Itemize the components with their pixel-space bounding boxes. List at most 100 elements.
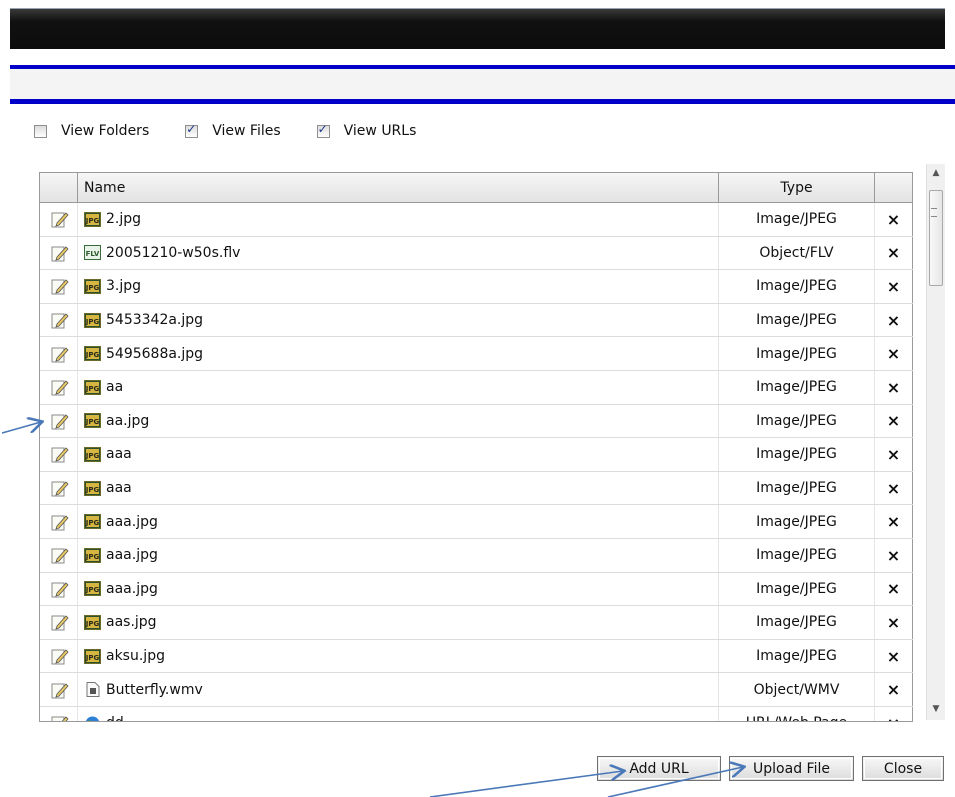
table-row[interactable]: FLV 20051210-w50s.flv Object/FLV × <box>40 236 913 271</box>
table-row[interactable]: JPG aaa Image/JPEG × <box>40 471 913 506</box>
name-cell[interactable]: JPG 5495688a.jpg <box>78 337 719 370</box>
edit-pencil-icon[interactable] <box>51 378 69 396</box>
svg-text:JPG: JPG <box>85 217 100 225</box>
view-folders-label: View Folders <box>61 123 150 139</box>
name-column-header[interactable]: Name <box>78 173 719 202</box>
edit-pencil-icon[interactable] <box>51 613 69 631</box>
delete-icon[interactable]: × <box>875 538 913 572</box>
name-cell[interactable]: dd <box>78 706 719 721</box>
name-cell[interactable]: JPG aaa.jpg <box>78 505 719 538</box>
edit-pencil-icon[interactable] <box>51 580 69 598</box>
scroll-down-arrow-icon[interactable]: ▼ <box>927 700 945 718</box>
file-grid: Name Type JPG 2.jpg Image/JPEG × FLV 20051210… <box>39 172 913 722</box>
flv-file-icon: FLV <box>84 245 101 261</box>
jpg-file-icon: JPG <box>84 614 101 630</box>
table-row[interactable]: JPG aa.jpg Image/JPEG × <box>40 404 913 439</box>
jpg-file-icon: JPG <box>84 446 101 462</box>
name-cell[interactable]: Butterfly.wmv <box>78 673 719 706</box>
edit-cell <box>40 505 78 538</box>
name-cell[interactable]: JPG aaa <box>78 438 719 471</box>
table-row[interactable]: JPG 2.jpg Image/JPEG × <box>40 203 913 237</box>
grid-scrollbar[interactable]: ▲ ▼ <box>926 164 945 720</box>
edit-pencil-icon[interactable] <box>51 345 69 363</box>
table-row[interactable]: dd URL/Web Page× <box>40 706 913 721</box>
edit-pencil-icon[interactable] <box>51 277 69 295</box>
delete-icon[interactable]: × <box>875 303 913 337</box>
delete-icon[interactable]: × <box>875 270 913 303</box>
delete-icon[interactable]: × <box>875 404 913 438</box>
name-cell[interactable]: JPG aa.jpg <box>78 404 719 438</box>
delete-icon[interactable]: × <box>875 639 913 673</box>
delete-icon[interactable]: × <box>875 471 913 505</box>
name-cell[interactable]: JPG aksu.jpg <box>78 639 719 673</box>
edit-pencil-icon[interactable] <box>51 412 69 430</box>
edit-pencil-icon[interactable] <box>51 311 69 329</box>
delete-icon[interactable]: × <box>875 203 913 236</box>
delete-icon[interactable]: × <box>875 706 913 721</box>
name-cell[interactable]: JPG aaa.jpg <box>78 572 719 606</box>
table-row[interactable]: JPG 5495688a.jpg Image/JPEG × <box>40 337 913 371</box>
delete-icon[interactable]: × <box>875 606 913 639</box>
delete-icon[interactable]: × <box>875 337 913 370</box>
svg-text:JPG: JPG <box>85 486 100 494</box>
name-cell[interactable]: JPG aaa.jpg <box>78 538 719 572</box>
view-folders-checkbox[interactable] <box>34 124 47 138</box>
edit-cell <box>40 572 78 606</box>
view-files-checkbox[interactable] <box>185 122 199 138</box>
name-cell[interactable]: JPG 2.jpg <box>78 203 719 236</box>
view-folders-filter[interactable]: View Folders <box>34 123 149 139</box>
edit-pencil-icon[interactable] <box>51 244 69 262</box>
file-name: 20051210-w50s.flv <box>106 244 241 261</box>
name-cell[interactable]: FLV 20051210-w50s.flv <box>78 236 719 270</box>
jpg-file-icon: JPG <box>84 346 101 362</box>
view-urls-filter[interactable]: View URLs <box>316 122 417 139</box>
table-row[interactable]: JPG 5453342a.jpg Image/JPEG × <box>40 303 913 338</box>
delete-icon[interactable]: × <box>875 505 913 538</box>
table-row[interactable]: JPG aaa.jpg Image/JPEG × <box>40 505 913 539</box>
type-column-header[interactable]: Type <box>719 173 875 202</box>
name-cell[interactable]: JPG aaa <box>78 471 719 505</box>
view-urls-label: View URLs <box>343 123 417 139</box>
view-files-filter[interactable]: View Files <box>185 122 281 139</box>
edit-pencil-icon[interactable] <box>51 445 69 463</box>
edit-cell <box>40 370 78 404</box>
name-cell[interactable]: JPG aa <box>78 370 719 404</box>
name-cell[interactable]: JPG 3.jpg <box>78 270 719 303</box>
svg-text:JPG: JPG <box>85 351 100 359</box>
upload-file-button[interactable]: Upload File <box>729 756 854 781</box>
edit-pencil-icon[interactable] <box>51 714 69 721</box>
add-url-button[interactable]: Add URL <box>597 756 721 781</box>
table-row[interactable]: JPG aaa Image/JPEG × <box>40 438 913 472</box>
edit-pencil-icon[interactable] <box>51 513 69 531</box>
delete-icon[interactable]: × <box>875 370 913 404</box>
delete-icon[interactable]: × <box>875 673 913 706</box>
table-row[interactable]: JPG aas.jpg Image/JPEG × <box>40 606 913 640</box>
edit-pencil-icon[interactable] <box>51 681 69 699</box>
svg-text:JPG: JPG <box>85 284 100 292</box>
scrollbar-thumb[interactable] <box>929 190 943 286</box>
table-row[interactable]: JPG aaa.jpg Image/JPEG × <box>40 572 913 607</box>
close-button[interactable]: Close <box>862 756 944 781</box>
delete-icon[interactable]: × <box>875 236 913 270</box>
edit-pencil-icon[interactable] <box>51 546 69 564</box>
table-row[interactable]: Butterfly.wmv Object/WMV × <box>40 673 913 707</box>
file-name: aaa.jpg <box>106 547 158 564</box>
delete-icon[interactable]: × <box>875 572 913 606</box>
table-row[interactable]: JPG aaa.jpg Image/JPEG × <box>40 538 913 573</box>
table-row[interactable]: JPG aksu.jpg Image/JPEG × <box>40 639 913 674</box>
name-cell[interactable]: JPG 5453342a.jpg <box>78 303 719 337</box>
scroll-up-arrow-icon[interactable]: ▲ <box>927 164 945 182</box>
file-name: aksu.jpg <box>106 648 165 665</box>
edit-pencil-icon[interactable] <box>51 647 69 665</box>
name-cell[interactable]: JPG aas.jpg <box>78 606 719 639</box>
delete-icon[interactable]: × <box>875 438 913 471</box>
table-row[interactable]: JPG 3.jpg Image/JPEG × <box>40 270 913 304</box>
file-type: Image/JPEG <box>719 471 875 505</box>
globe-icon <box>84 716 101 721</box>
edit-pencil-icon[interactable] <box>51 210 69 228</box>
view-urls-checkbox[interactable] <box>316 122 330 138</box>
table-row[interactable]: JPG aa Image/JPEG × <box>40 370 913 405</box>
edit-pencil-icon[interactable] <box>51 479 69 497</box>
file-type: Image/JPEG <box>719 370 875 404</box>
add-url-button-label: Add URL <box>629 760 689 777</box>
